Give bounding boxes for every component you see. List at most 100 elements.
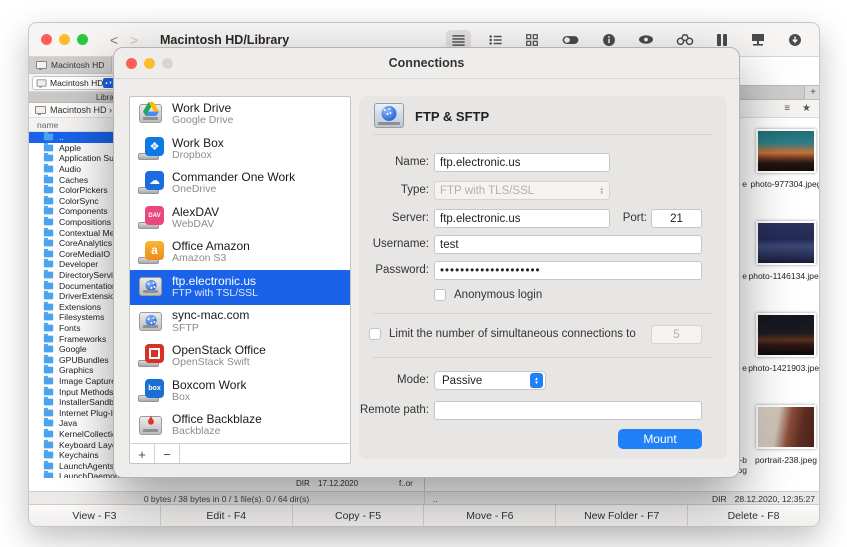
dir-type-label: DIR	[712, 494, 727, 504]
connection-name: AlexDAV	[172, 206, 219, 219]
view-menu-icon[interactable]: ≡	[784, 103, 790, 114]
add-connection-button[interactable]: +	[130, 444, 155, 464]
photo-thumbnail[interactable]	[756, 313, 816, 357]
mode-select[interactable]: Passive ▲▼	[434, 371, 546, 390]
connection-item[interactable]: DAV AlexDAVWebDAV	[130, 201, 350, 236]
connection-item[interactable]: sync-mac.comSFTP	[130, 305, 350, 340]
folder-icon	[44, 335, 53, 342]
minimize-icon[interactable]	[144, 58, 155, 69]
webdav-icon: DAV	[138, 206, 164, 230]
forward-button[interactable]: >	[124, 32, 144, 48]
username-field[interactable]	[434, 235, 702, 254]
connection-name: Boxcom Work	[172, 379, 246, 392]
anonymous-checkbox[interactable]	[434, 289, 446, 301]
folder-icon	[44, 303, 53, 310]
dialog-title: Connections	[114, 56, 739, 70]
ftp-drive-icon	[373, 101, 399, 125]
folder-icon	[44, 197, 53, 204]
back-button[interactable]: <	[104, 32, 124, 48]
drive-selector[interactable]: Macintosh HD ▲▼	[32, 76, 116, 90]
password-label: Password:	[359, 261, 429, 280]
screen: < > Macintosh HD/Library Macintosh HD	[0, 0, 847, 547]
box-icon: box	[138, 379, 164, 403]
connection-service: Amazon S3	[172, 253, 250, 265]
folder-icon	[44, 441, 53, 448]
connection-item[interactable]: ❖Work BoxDropbox	[130, 132, 350, 167]
downloads-icon[interactable]	[783, 30, 807, 50]
photo-thumbnail[interactable]	[756, 221, 816, 265]
folder-name: Keychains	[59, 450, 99, 460]
folder-name: Frameworks	[59, 334, 106, 344]
folder-icon	[44, 250, 53, 257]
zoom-icon[interactable]	[77, 34, 88, 45]
connection-service: FTP with TSL/SSL	[172, 288, 258, 300]
port-field[interactable]	[651, 209, 702, 228]
fkey-button-f7[interactable]: New Folder - F7	[556, 505, 688, 526]
limit-label: Limit the number of simultaneous connect…	[389, 327, 636, 341]
remove-connection-button[interactable]: −	[155, 444, 180, 464]
chevron-updown-icon: ▲▼	[530, 373, 543, 388]
folder-icon	[44, 346, 53, 353]
connection-item[interactable]: Office BackblazeBackblaze	[130, 408, 350, 443]
file-type-cell: DIR	[296, 479, 310, 488]
fkey-button-f5[interactable]: Copy - F5	[293, 505, 425, 526]
connection-item[interactable]: boxBoxcom WorkBox	[130, 374, 350, 409]
window-title: Macintosh HD/Library	[160, 33, 289, 47]
name-label: Name:	[359, 153, 429, 172]
mode-label: Mode:	[359, 371, 429, 390]
fkey-button-f3[interactable]: View - F3	[29, 505, 161, 526]
tab-macintosh-hd[interactable]: Macintosh HD	[29, 57, 112, 73]
password-field[interactable]	[434, 261, 702, 280]
connection-item[interactable]: ☁Commander One WorkOneDrive	[130, 166, 350, 201]
fkey-button-f4[interactable]: Edit - F4	[161, 505, 293, 526]
name-field[interactable]	[434, 153, 610, 172]
connection-item[interactable]: Work DriveGoogle Drive	[130, 97, 350, 132]
photo-thumbnail[interactable]	[756, 129, 816, 173]
folder-name: Filesystems	[59, 312, 104, 322]
add-tab-button[interactable]: +	[804, 86, 820, 99]
limit-checkbox[interactable]	[369, 328, 381, 340]
limit-value: 5	[673, 329, 679, 341]
connection-service: WebDAV	[172, 219, 219, 231]
connection-item[interactable]: ftp.electronic.usFTP with TSL/SSL	[130, 270, 350, 305]
ftp-form-panel: FTP & SFTP Name: Type: FTP with TLS/SSL …	[359, 96, 727, 459]
folder-name: Java	[59, 418, 77, 428]
file-name: photo-1146134.jpeg	[747, 271, 820, 281]
favorites-star-icon[interactable]: ★	[802, 103, 811, 114]
computer-icon	[35, 106, 46, 114]
folder-name: CoreMediaIO	[59, 249, 110, 259]
breadcrumb-text: Macintosh HD ›	[50, 105, 112, 115]
fkey-button-f8[interactable]: Delete - F8	[688, 505, 819, 526]
folder-icon	[44, 293, 53, 300]
remote-path-field[interactable]	[434, 401, 702, 420]
connection-service: Google Drive	[172, 115, 233, 127]
computer-icon	[37, 79, 47, 86]
connection-item[interactable]: aOffice AmazonAmazon S3	[130, 235, 350, 270]
close-icon[interactable]	[126, 58, 137, 69]
minimize-icon[interactable]	[59, 34, 70, 45]
fkey-button-f6[interactable]: Move - F6	[424, 505, 556, 526]
divider	[373, 134, 713, 135]
anonymous-label: Anonymous login	[454, 288, 542, 302]
network-drive-icon[interactable]	[745, 30, 771, 50]
file-name: photo-1421903.jpeg	[747, 363, 820, 373]
dialog-titlebar: Connections	[114, 48, 739, 79]
connection-item[interactable]: OpenStack OfficeOpenStack Swift	[130, 339, 350, 374]
folder-icon	[44, 325, 53, 332]
amazon-s3-icon: a	[138, 241, 164, 265]
close-icon[interactable]	[41, 34, 52, 45]
partial-file-row: DIR 17.12.2020 f..or	[29, 478, 424, 491]
connections-dialog: Connections Work DriveGoogle Drive❖Work …	[113, 47, 740, 478]
google-drive-icon	[138, 102, 164, 126]
photo-thumbnail[interactable]	[756, 405, 816, 449]
folder-name: ColorPickers	[59, 185, 108, 195]
tab-label: Macintosh HD	[51, 60, 104, 70]
mount-button[interactable]: Mount	[618, 429, 702, 449]
folder-icon	[44, 134, 53, 141]
folder-icon	[44, 431, 53, 438]
type-value: FTP with TLS/SSL	[440, 185, 534, 197]
folder-name: ColorSync	[59, 196, 99, 206]
folder-icon	[44, 229, 53, 236]
folder-name: Image Capture	[59, 376, 116, 386]
folder-icon	[44, 314, 53, 321]
